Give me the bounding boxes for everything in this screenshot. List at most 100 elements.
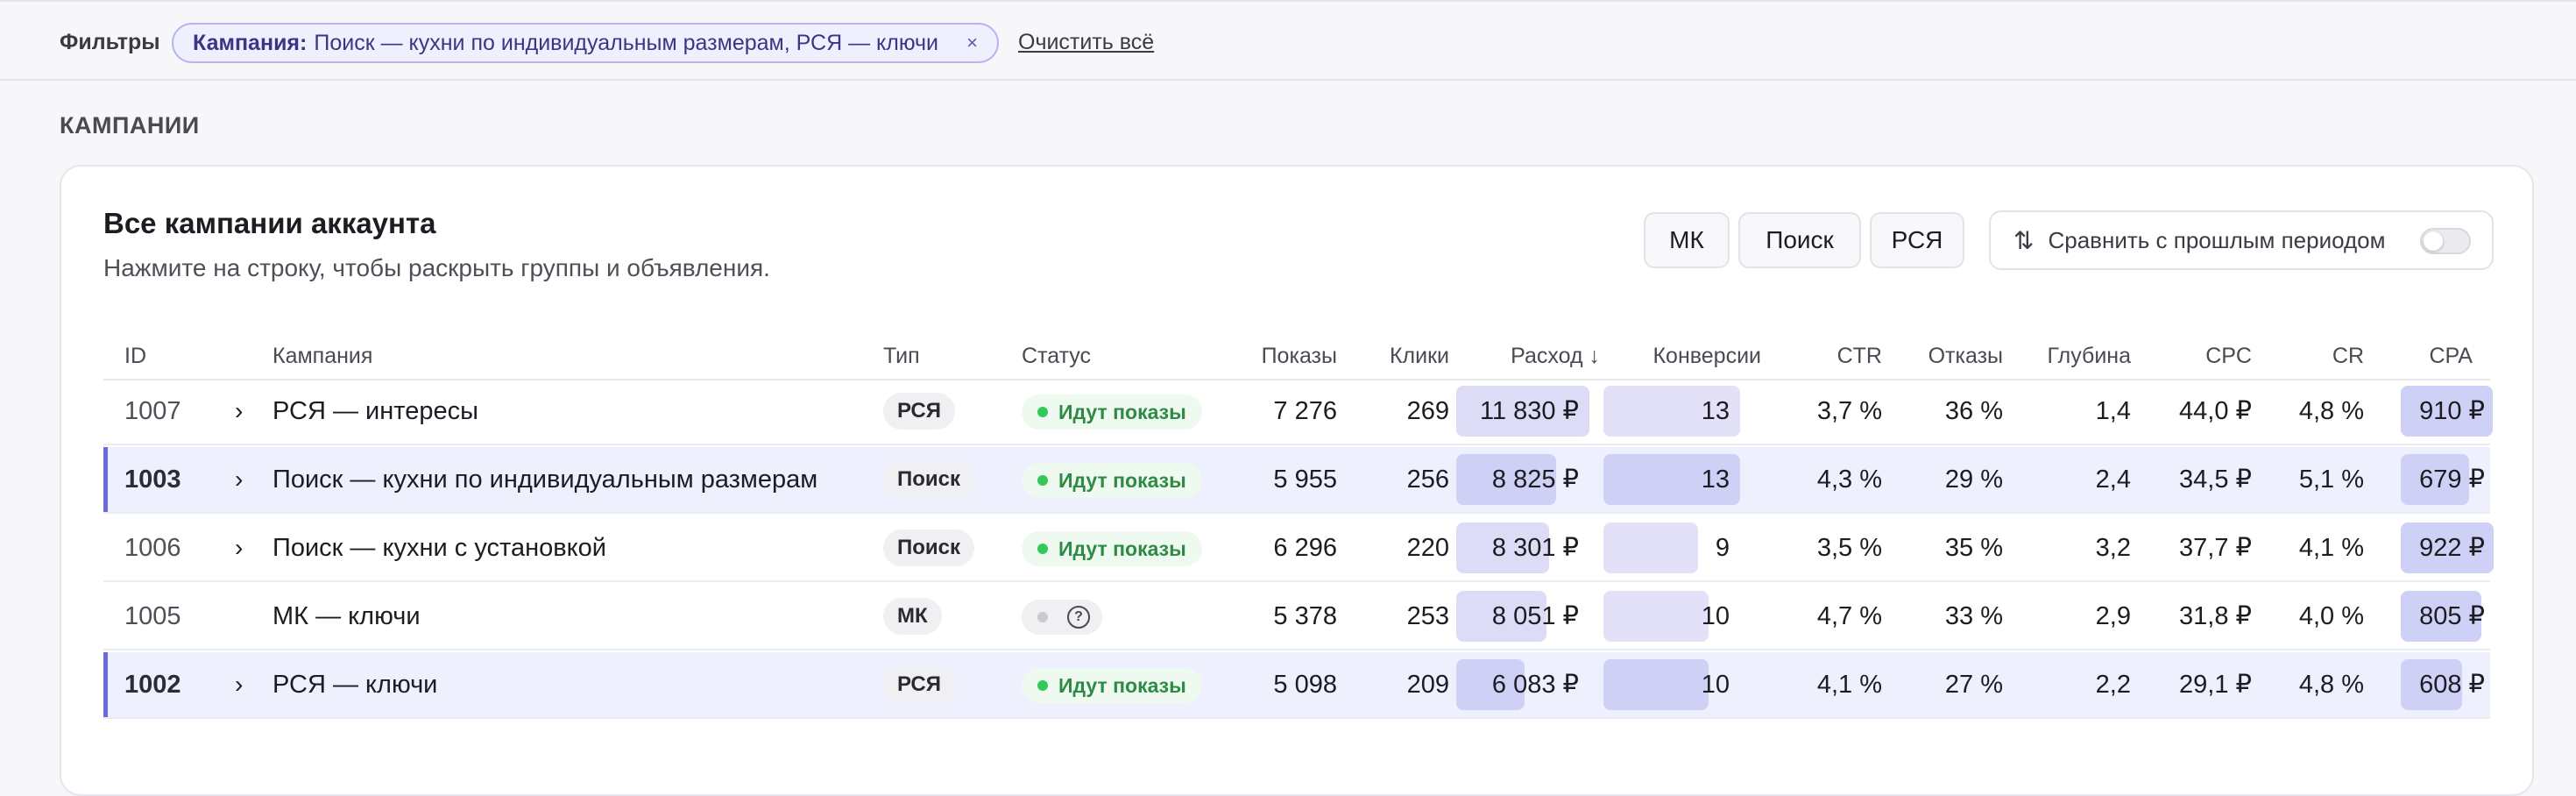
col-cpc[interactable]: CPC [2205, 333, 2252, 379]
conversions-value: 10 [1701, 602, 1730, 630]
status-text: Идут показы [1058, 469, 1186, 492]
col-cpa[interactable]: CPA [2429, 333, 2473, 379]
bounces-value: 33 % [1944, 602, 2003, 630]
table-row[interactable]: 1005 МК — ключи МК? 5 378 253 8 051 ₽ 10 4,7 … [103, 584, 2490, 650]
bounces-value: 35 % [1944, 534, 2003, 562]
conversions-bar [1603, 522, 1698, 573]
clicks-value: 253 [1406, 602, 1449, 630]
conversions-value: 10 [1701, 671, 1730, 699]
card-title: Все кампании аккаунта [103, 207, 436, 239]
cr-value: 5,1 % [2298, 466, 2364, 494]
filter-chip-campaign[interactable]: Кампания: Поиск — кухни по индивидуальны… [172, 23, 999, 63]
status-badge: Идут показы [1022, 394, 1202, 430]
toggle-knob [2424, 231, 2443, 251]
impressions-value: 5 378 [1273, 602, 1337, 630]
cpc-value: 29,1 ₽ [2179, 671, 2252, 699]
clicks-value: 269 [1406, 397, 1449, 425]
conversions-cell: 13 [1603, 454, 1740, 505]
conversions-cell: 10 [1603, 659, 1740, 710]
segment-mk[interactable]: МК [1644, 212, 1730, 268]
spend-value: 8 051 ₽ [1491, 602, 1579, 630]
cpa-cell: 910 ₽ [2401, 386, 2494, 437]
status-badge: ? [1022, 600, 1102, 635]
col-ctr[interactable]: CTR [1837, 333, 1882, 379]
ctr-value: 4,7 % [1816, 602, 1882, 630]
segment-search[interactable]: Поиск [1738, 212, 1861, 268]
help-icon[interactable]: ? [1067, 606, 1090, 629]
filters-bar: Фильтры Кампания: Поиск — кухни по индив… [0, 0, 2576, 81]
col-cr[interactable]: CR [2332, 333, 2364, 379]
cpa-cell: 608 ₽ [2401, 659, 2494, 710]
spend-cell: 6 083 ₽ [1456, 659, 1589, 710]
col-campaign[interactable]: Кампания [272, 333, 372, 379]
col-id[interactable]: ID [124, 333, 146, 379]
impressions-value: 5 098 [1273, 671, 1337, 699]
type-badge: РСЯ [883, 666, 955, 703]
selected-row-indicator [103, 447, 108, 512]
spend-value: 8 301 ₽ [1491, 534, 1579, 562]
clear-all-link[interactable]: Очистить всё [1018, 30, 1154, 55]
col-spend[interactable]: Расход ↓ [1511, 333, 1600, 379]
clicks-value: 220 [1406, 534, 1449, 562]
spend-value: 11 830 ₽ [1479, 397, 1579, 425]
status-text: Идут показы [1058, 674, 1186, 697]
cpa-cell: 679 ₽ [2401, 454, 2494, 505]
impressions-value: 5 955 [1273, 466, 1337, 494]
clicks-value: 256 [1406, 466, 1449, 494]
conversions-cell: 13 [1603, 386, 1740, 437]
compare-period-toggle[interactable] [2420, 228, 2471, 254]
compare-period-control[interactable]: ⇅ Сравнить с прошлым периодом [1989, 210, 2494, 270]
spend-cell: 8 301 ₽ [1456, 522, 1589, 573]
conversions-bar [1603, 659, 1709, 710]
compare-period-label: Сравнить с прошлым периодом [2048, 226, 2386, 253]
col-depth[interactable]: Глубина [2048, 333, 2132, 379]
status-dot-icon [1037, 612, 1048, 622]
chevron-right-icon[interactable]: › [235, 447, 243, 512]
ctr-value: 3,5 % [1816, 534, 1882, 562]
filter-chip-value: Поиск — кухни по индивидуальным размерам… [314, 30, 939, 55]
sort-arrows-icon: ⇅ [2013, 226, 2035, 254]
conversions-cell: 10 [1603, 591, 1740, 642]
type-badge: МК [883, 598, 942, 635]
col-bounces[interactable]: Отказы [1928, 333, 2003, 379]
selected-row-indicator [103, 652, 108, 717]
bounces-value: 29 % [1944, 466, 2003, 494]
ctr-value: 4,3 % [1816, 466, 1882, 494]
col-status[interactable]: Статус [1022, 333, 1091, 379]
table-row[interactable]: 1006 › Поиск — кухни с установкой Поиск Идут… [103, 515, 2494, 582]
col-type[interactable]: Тип [883, 333, 920, 379]
campaign-id: 1007 [124, 397, 181, 425]
chevron-right-icon[interactable]: › [235, 515, 243, 580]
cr-value: 4,8 % [2298, 397, 2364, 425]
close-icon[interactable]: × [966, 32, 978, 54]
table-row[interactable]: 1007 › РСЯ — интересы РСЯ Идут показы 7 276 26… [103, 379, 2493, 445]
table-row[interactable]: 1002 › РСЯ — ключи РСЯ Идут показы 5 098 209 6… [103, 652, 2490, 719]
filter-chip-key: Кампания: [193, 30, 308, 55]
ctr-value: 3,7 % [1816, 397, 1882, 425]
impressions-value: 6 296 [1273, 534, 1337, 562]
card-subtitle: Нажмите на строку, чтобы раскрыть группы… [103, 254, 770, 281]
clicks-value: 209 [1406, 671, 1449, 699]
col-impressions[interactable]: Показы [1262, 333, 1337, 379]
bounces-value: 27 % [1944, 671, 2003, 699]
segment-rsya[interactable]: РСЯ [1870, 212, 1964, 268]
chevron-right-icon[interactable]: › [235, 652, 243, 717]
campaign-name: Поиск — кухни по индивидуальным размерам [272, 466, 818, 494]
table-row[interactable]: 1003 › Поиск — кухни по индивидуальным раз… [103, 447, 2490, 514]
campaign-name: РСЯ — ключи [272, 671, 438, 699]
cpc-value: 37,7 ₽ [2179, 534, 2252, 562]
type-badge: Поиск [883, 461, 975, 498]
cpa-cell: 922 ₽ [2401, 522, 2494, 573]
cr-value: 4,0 % [2298, 602, 2364, 630]
campaign-name: МК — ключи [272, 602, 421, 630]
col-clicks[interactable]: Клики [1390, 333, 1449, 379]
status-dot-icon [1037, 680, 1048, 691]
cpa-value: 805 ₽ [2419, 602, 2485, 630]
chevron-right-icon[interactable]: › [235, 379, 243, 444]
filters-label: Фильтры [60, 30, 160, 54]
impressions-value: 7 276 [1273, 397, 1337, 425]
spend-value: 8 825 ₽ [1491, 466, 1579, 494]
campaign-id: 1002 [124, 671, 181, 699]
bounces-value: 36 % [1944, 397, 2003, 425]
col-conversions[interactable]: Конверсии [1652, 333, 1761, 379]
